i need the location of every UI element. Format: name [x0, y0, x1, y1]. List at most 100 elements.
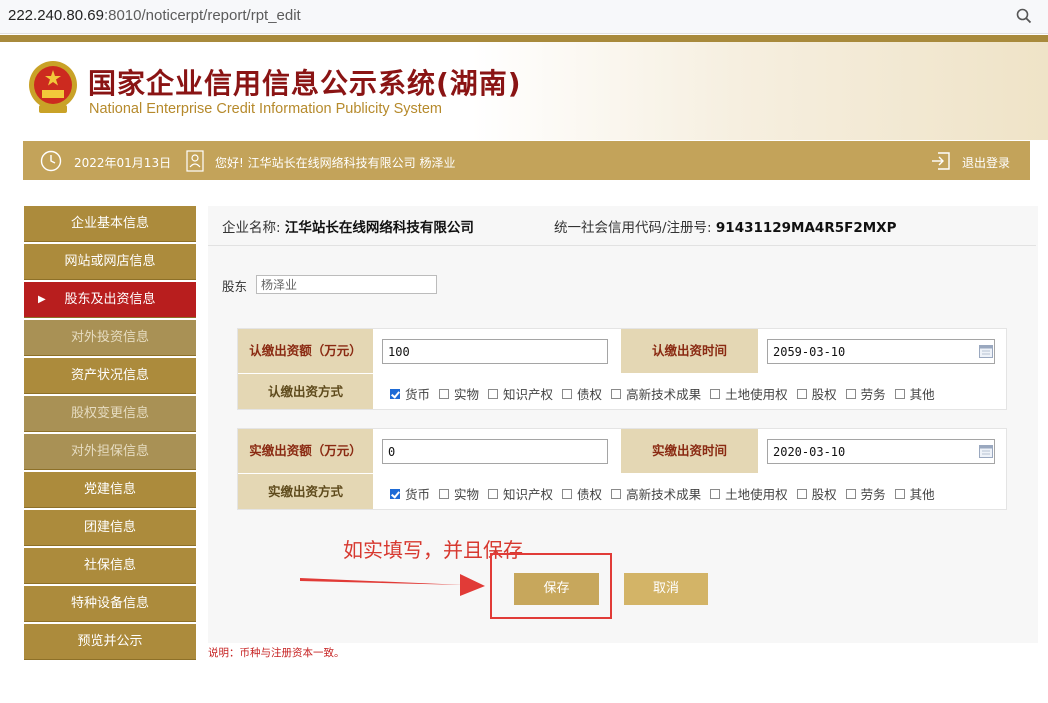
checkbox-label: 土地使用权 [725, 387, 788, 402]
url-text[interactable]: 222.240.80.69:8010/noticerpt/report/rpt_… [8, 7, 301, 24]
sidebar-item-guarantee[interactable]: 对外担保信息 [24, 434, 196, 470]
checkbox-label: 实物 [454, 387, 480, 402]
subscribed-method-other[interactable]: 其他 [894, 384, 935, 403]
checkbox-label: 货币 [405, 487, 431, 502]
paid-amount-input[interactable] [382, 439, 608, 464]
subscribed-method-debt[interactable]: 债权 [562, 384, 602, 403]
checkbox-label: 知识产权 [503, 387, 554, 402]
divider [208, 245, 1036, 246]
checkbox[interactable] [796, 388, 807, 399]
active-arrow-icon: ▶ [38, 294, 46, 305]
paid-method-labor[interactable]: 劳务 [845, 484, 886, 503]
checkbox[interactable] [611, 488, 622, 499]
subscribed-method-hightech[interactable]: 高新技术成果 [611, 384, 701, 403]
subscribed-method-equity[interactable]: 股权 [796, 384, 837, 403]
checkbox-label: 股权 [811, 487, 837, 502]
subscribed-method-labor[interactable]: 劳务 [845, 384, 886, 403]
greeting-text: 您好! 江华站长在线网络科技有限公司 杨泽业 [215, 156, 456, 170]
paid-date-label: 实缴出资时间 [621, 429, 758, 473]
checkbox[interactable] [710, 488, 721, 499]
paid-amount-label: 实缴出资额（万元） [238, 429, 373, 473]
checkbox-label: 债权 [577, 487, 603, 502]
checkbox-label: 股权 [811, 387, 837, 402]
credit-code-value: 91431129MA4R5F2MXP [715, 220, 897, 236]
shareholder-input[interactable] [256, 275, 437, 294]
checkbox[interactable] [439, 388, 450, 399]
sidebar-item-basic-info[interactable]: 企业基本信息 [24, 206, 196, 242]
subscribed-method-currency[interactable]: 货币 [390, 384, 430, 403]
paid-method-hightech[interactable]: 高新技术成果 [611, 484, 701, 503]
checkbox[interactable] [562, 488, 573, 499]
shareholder-label: 股东 [222, 279, 248, 294]
checkbox-label: 高新技术成果 [626, 387, 702, 402]
sidebar-nav: 企业基本信息 网站或网店信息 ▶ 股东及出资信息 对外投资信息 资产状况信息 股权… [24, 206, 196, 662]
current-date: 2022年01月13日 [74, 156, 172, 170]
subscribed-method-label: 认缴出资方式 [238, 374, 373, 409]
checkbox-label: 土地使用权 [725, 487, 788, 502]
paid-method-label: 实缴出资方式 [238, 474, 373, 509]
sidebar-item-outbound-investment[interactable]: 对外投资信息 [24, 320, 196, 356]
subscribed-method-options: 货币 实物 知识产权 债权 高新技术成果 土地使用权 股权 劳务 其他 [390, 384, 944, 403]
logout-icon[interactable] [931, 151, 951, 171]
sidebar-item-special-equipment[interactable]: 特种设备信息 [24, 586, 196, 622]
checkbox[interactable] [796, 488, 807, 499]
checkbox[interactable] [710, 388, 721, 399]
checkbox[interactable] [562, 388, 573, 399]
checkbox[interactable] [439, 488, 450, 499]
paid-method-equity[interactable]: 股权 [796, 484, 837, 503]
checkbox[interactable] [845, 488, 856, 499]
header-gold-strip [0, 35, 1048, 42]
company-name-line: 企业名称: 江华站长在线网络科技有限公司 [222, 216, 474, 236]
zoom-icon[interactable] [1015, 7, 1033, 25]
paid-method-physical[interactable]: 实物 [439, 484, 479, 503]
company-name-value: 江华站长在线网络科技有限公司 [284, 220, 474, 236]
sidebar-item-equity-change[interactable]: 股权变更信息 [24, 396, 196, 432]
calendar-icon[interactable] [979, 445, 993, 458]
checkbox-label: 其他 [909, 487, 935, 502]
subscribed-amount-input[interactable] [382, 339, 608, 364]
paid-date-input[interactable] [767, 439, 995, 464]
credit-code-line: 统一社会信用代码/注册号: 91431129MA4R5F2MXP [554, 216, 896, 236]
checkbox-label: 劳务 [860, 387, 886, 402]
cancel-button[interactable]: 取消 [624, 573, 708, 605]
subscribed-date-input[interactable] [767, 339, 995, 364]
url-host: 222.240.80.69 [8, 7, 104, 24]
logout-link[interactable]: 退出登录 [962, 154, 1010, 171]
paid-method-currency[interactable]: 货币 [390, 484, 430, 503]
checkbox-label: 债权 [577, 387, 603, 402]
checkbox[interactable] [488, 388, 499, 399]
sidebar-item-assets[interactable]: 资产状况信息 [24, 358, 196, 394]
checkbox[interactable] [488, 488, 499, 499]
sidebar-item-social-security[interactable]: 社保信息 [24, 548, 196, 584]
checkbox-label: 知识产权 [503, 487, 554, 502]
site-title: 国家企业信用信息公示系统(湖南) [88, 67, 522, 100]
clock-icon [40, 150, 62, 172]
sidebar-item-label: 股东及出资信息 [64, 292, 156, 307]
national-emblem-icon [29, 61, 77, 113]
credit-code-label: 统一社会信用代码/注册号: [554, 220, 712, 236]
subscribed-method-physical[interactable]: 实物 [439, 384, 479, 403]
paid-method-land[interactable]: 土地使用权 [710, 484, 788, 503]
company-name-label: 企业名称: [222, 220, 281, 236]
sidebar-item-website-info[interactable]: 网站或网店信息 [24, 244, 196, 280]
subscribed-amount-label: 认缴出资额（万元） [238, 329, 373, 373]
sidebar-item-league-building[interactable]: 团建信息 [24, 510, 196, 546]
paid-method-ip[interactable]: 知识产权 [488, 484, 553, 503]
save-button[interactable]: 保存 [514, 573, 599, 605]
checkbox[interactable] [611, 388, 622, 399]
checkbox-label: 货币 [405, 387, 431, 402]
sidebar-item-preview-publish[interactable]: 预览并公示 [24, 624, 196, 660]
subscribed-method-land[interactable]: 土地使用权 [710, 384, 788, 403]
checkbox[interactable] [894, 388, 905, 399]
paid-method-debt[interactable]: 债权 [562, 484, 602, 503]
checkbox-checked[interactable] [390, 488, 400, 499]
sidebar-item-party-building[interactable]: 党建信息 [24, 472, 196, 508]
checkbox[interactable] [894, 488, 905, 499]
info-bar [23, 141, 1030, 180]
calendar-icon[interactable] [979, 345, 993, 358]
paid-method-other[interactable]: 其他 [894, 484, 935, 503]
subscribed-method-ip[interactable]: 知识产权 [488, 384, 553, 403]
checkbox-checked[interactable] [390, 388, 400, 399]
checkbox[interactable] [845, 388, 856, 399]
sidebar-item-shareholder-info[interactable]: ▶ 股东及出资信息 [24, 282, 196, 318]
